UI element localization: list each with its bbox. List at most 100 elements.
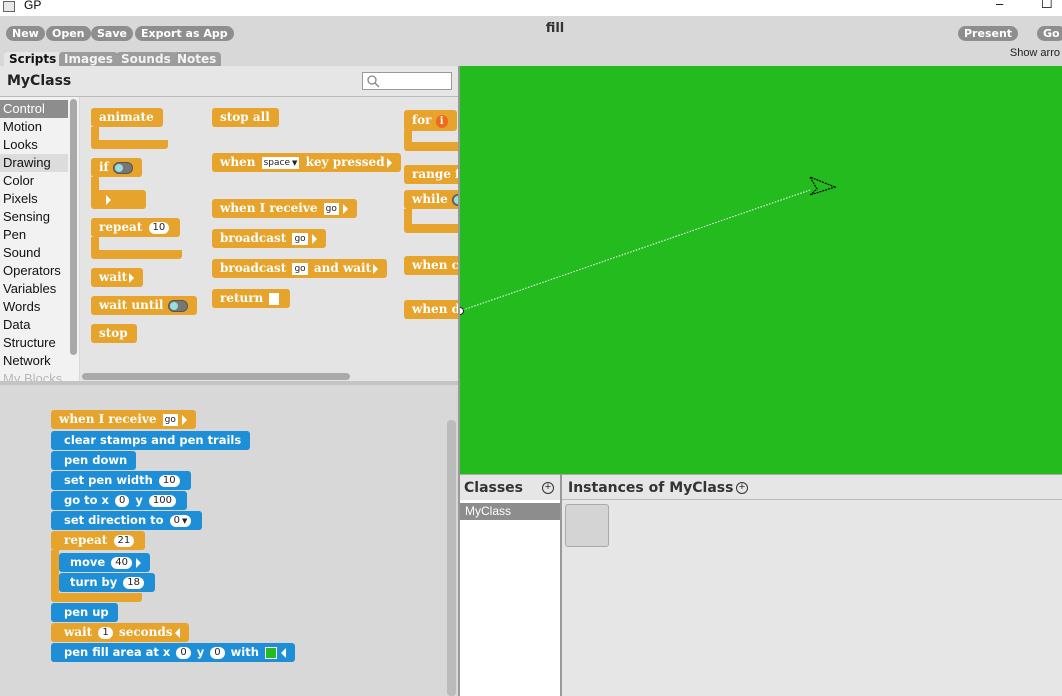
toolbar: New Open Save Export as App fill Present… (0, 16, 1062, 66)
category-sensing[interactable]: Sensing (0, 208, 68, 226)
category-my-blocks[interactable]: My Blocks (0, 370, 68, 381)
fill-x-slot[interactable]: 0 (176, 646, 191, 659)
category-pen[interactable]: Pen (0, 226, 68, 244)
minimize-icon[interactable]: – (996, 0, 1003, 11)
fill-y-slot[interactable]: 0 (210, 646, 225, 659)
for-block[interactable]: for i (404, 110, 457, 131)
pen-width-slot[interactable]: 10 (158, 474, 180, 487)
stage[interactable] (460, 66, 1062, 474)
pen-fill-area-block[interactable]: pen fill area at x 0 y 0 with (51, 643, 295, 662)
palette-header: MyClass (0, 66, 458, 97)
go-button[interactable]: Go (1037, 26, 1062, 41)
tab-notes[interactable]: Notes (172, 52, 222, 66)
tab-images[interactable]: Images (59, 52, 118, 66)
when-condition-block[interactable]: when d (404, 290, 458, 319)
script-scrollbar[interactable] (447, 420, 456, 696)
category-looks[interactable]: Looks (0, 136, 68, 154)
move-steps-slot[interactable]: 40 (111, 556, 132, 569)
clear-stamps-block[interactable]: clear stamps and pen trails (51, 431, 251, 450)
search-input[interactable] (362, 72, 452, 90)
category-data[interactable]: Data (0, 316, 68, 334)
arrow-sprite-icon[interactable] (808, 175, 837, 196)
instance-thumbnail[interactable] (565, 504, 609, 547)
expand-arrow-icon[interactable] (129, 272, 135, 283)
collapse-arrow-icon[interactable] (174, 627, 180, 638)
expand-arrow-icon[interactable] (386, 157, 392, 168)
fill-color-swatch[interactable] (264, 646, 277, 659)
set-pen-width-block[interactable]: set pen width 10 (51, 471, 191, 490)
animate-block[interactable]: animate (91, 108, 163, 127)
turn-degrees-slot[interactable]: 18 (123, 576, 145, 589)
expand-arrow-icon[interactable] (373, 263, 379, 274)
wait-seconds-slot[interactable]: 1 (98, 626, 113, 639)
expand-arrow-icon[interactable] (342, 203, 348, 214)
go-to-xy-block[interactable]: go to x 0 y 100 (51, 491, 187, 510)
when-clicked-block[interactable]: when cli (404, 246, 458, 275)
message-slot[interactable]: go (292, 262, 308, 275)
when-i-receive-block[interactable]: when I receive go (212, 189, 357, 218)
add-class-icon[interactable]: + (542, 482, 554, 494)
while-block[interactable]: while (404, 190, 458, 209)
maximize-icon[interactable]: ☐ (1041, 0, 1053, 12)
return-value-slot[interactable] (269, 292, 280, 305)
expand-arrow-icon[interactable] (311, 233, 317, 244)
repeat-script-block[interactable]: repeat 21 (51, 531, 146, 550)
category-motion[interactable]: Motion (0, 118, 68, 136)
message-slot[interactable]: go (162, 413, 178, 426)
repeat-count-slot[interactable]: 21 (113, 534, 135, 547)
wait-until-block[interactable]: wait until (91, 296, 197, 315)
pen-down-block[interactable]: pen down (51, 451, 137, 470)
return-block[interactable]: return (212, 289, 291, 308)
direction-dropdown[interactable]: 0 ▼ (169, 514, 192, 527)
message-slot[interactable]: go (323, 202, 339, 215)
repeat-block[interactable]: repeat 10 (91, 218, 181, 237)
category-drawing[interactable]: Drawing (0, 154, 68, 172)
move-block[interactable]: move 40 (59, 553, 150, 572)
range-block[interactable]: range f (404, 165, 458, 184)
if-else-extend[interactable] (91, 190, 146, 209)
category-words[interactable]: Words (0, 298, 68, 316)
show-arrows-toggle[interactable]: Show arro (1010, 47, 1060, 59)
add-instance-icon[interactable]: + (736, 482, 748, 494)
collapse-arrow-icon[interactable] (280, 647, 286, 658)
wait-block[interactable]: wait (91, 268, 144, 287)
class-list-item[interactable]: MyClass (460, 503, 560, 520)
tab-scripts[interactable]: Scripts (4, 52, 62, 66)
category-color[interactable]: Color (0, 172, 68, 190)
expand-arrow-icon[interactable] (106, 194, 111, 205)
stop-all-block[interactable]: stop all (212, 108, 279, 127)
category-sound[interactable]: Sound (0, 244, 68, 262)
set-direction-block[interactable]: set direction to 0 ▼ (51, 511, 203, 530)
key-dropdown[interactable]: space ▼ (261, 156, 300, 169)
wait-seconds-block[interactable]: wait 1 seconds (51, 623, 189, 642)
turn-by-block[interactable]: turn by 18 (59, 573, 156, 592)
stop-block[interactable]: stop (91, 324, 137, 343)
script-area[interactable]: when I receive go clear stamps and pen t… (0, 385, 458, 696)
x-slot[interactable]: 0 (114, 494, 130, 507)
for-variable[interactable]: i (435, 115, 448, 128)
broadcast-block[interactable]: broadcast go (212, 229, 326, 248)
tab-sounds[interactable]: Sounds (116, 52, 176, 66)
broadcast-and-wait-block[interactable]: broadcast go and wait (212, 259, 388, 278)
if-block[interactable]: if (91, 158, 142, 177)
category-scroll-thumb[interactable] (70, 99, 77, 355)
category-network[interactable]: Network (0, 352, 68, 370)
y-slot[interactable]: 100 (148, 494, 176, 507)
category-control[interactable]: Control (0, 100, 68, 118)
when-i-receive-script-block[interactable]: when I receive go (51, 400, 196, 429)
repeat-count-slot[interactable]: 10 (148, 221, 170, 234)
expand-arrow-icon[interactable] (135, 557, 141, 568)
category-pixels[interactable]: Pixels (0, 190, 68, 208)
boolean-slot[interactable] (112, 161, 133, 174)
palette-scroll-thumb[interactable] (82, 373, 350, 380)
category-operators[interactable]: Operators (0, 262, 68, 280)
category-variables[interactable]: Variables (0, 280, 68, 298)
category-structure[interactable]: Structure (0, 334, 68, 352)
expand-arrow-icon[interactable] (181, 414, 187, 425)
message-slot[interactable]: go (292, 232, 308, 245)
pen-up-block[interactable]: pen up (51, 603, 118, 622)
when-key-pressed-block[interactable]: when space ▼ key pressed (212, 143, 401, 172)
rotation-handle[interactable] (460, 307, 464, 315)
present-button[interactable]: Present (958, 26, 1019, 41)
boolean-slot[interactable] (167, 299, 188, 312)
